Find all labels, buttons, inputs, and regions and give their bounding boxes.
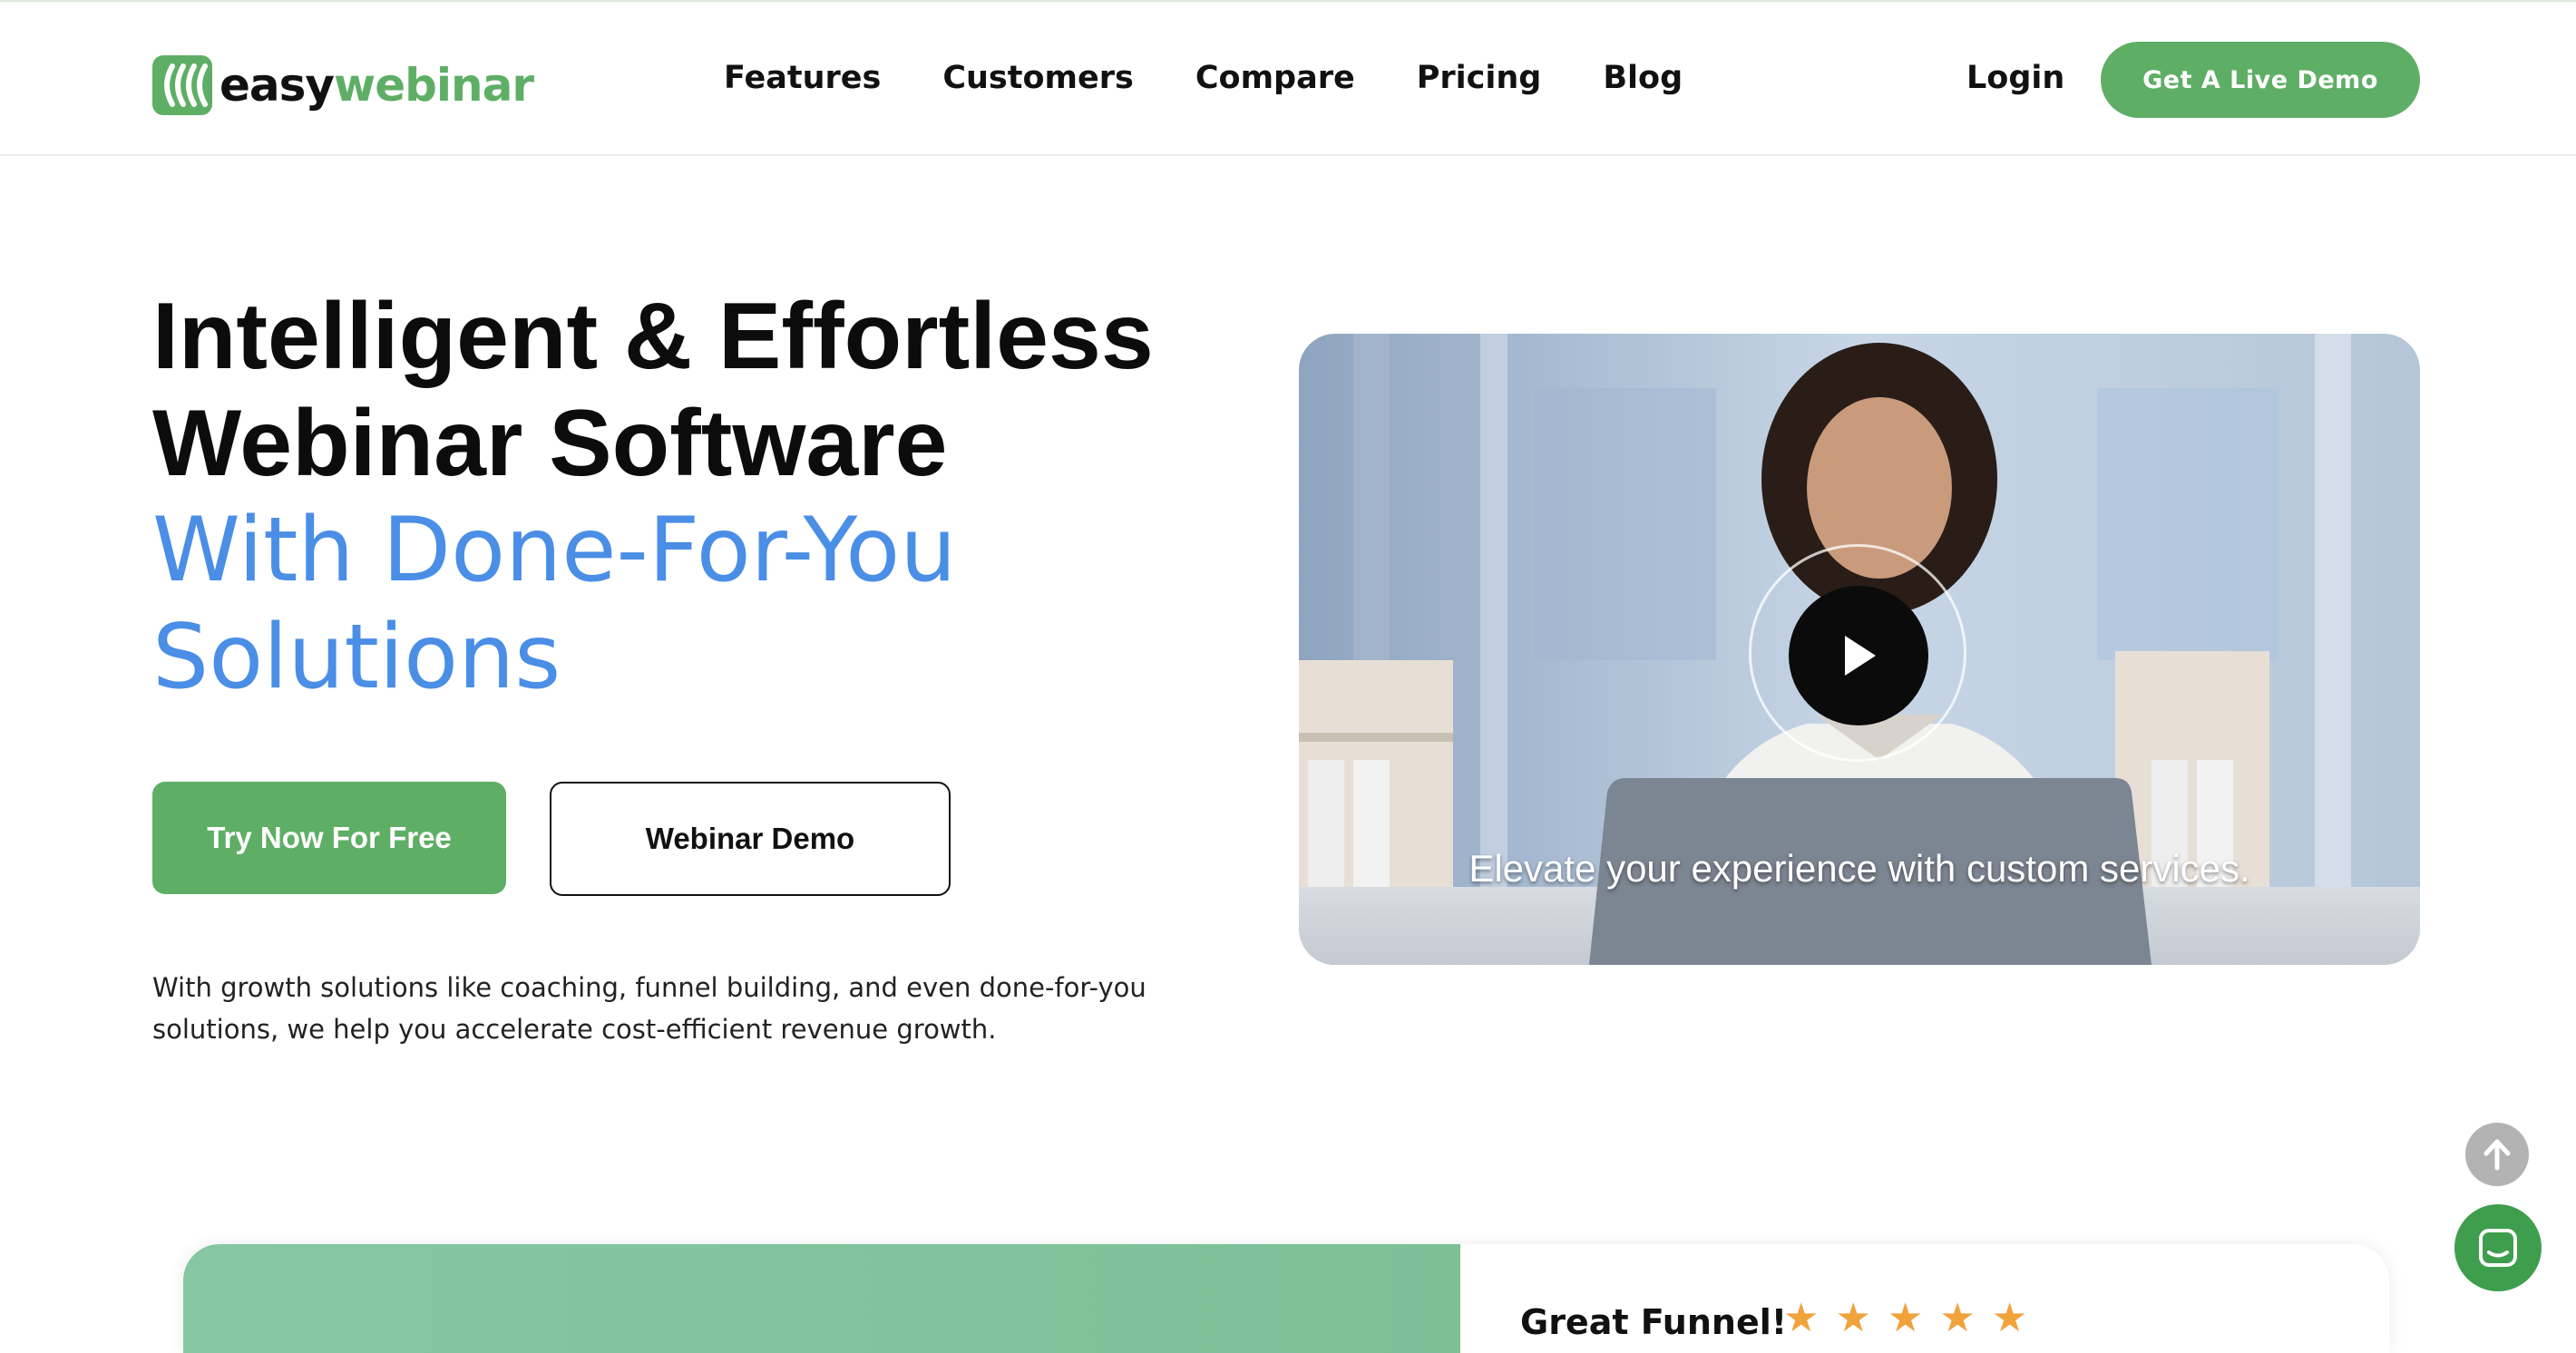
login-link[interactable]: Login — [1966, 60, 2064, 96]
video-caption: Elevate your experience with custom serv… — [1469, 847, 2250, 890]
logo-text-webinar: webinar — [334, 59, 534, 112]
chat-icon — [2479, 1229, 2517, 1267]
star-icon: ★ — [1835, 1296, 1871, 1340]
nav-item-blog[interactable]: Blog — [1603, 60, 1683, 96]
hero-title: Intelligent & Effortless Webinar Softwar… — [152, 283, 1154, 711]
star-icon: ★ — [1991, 1296, 2028, 1340]
review-title: Great Funnel! — [1520, 1302, 1788, 1342]
arrow-up-icon — [2483, 1139, 2511, 1171]
testimonial-image-panel — [183, 1244, 1460, 1353]
hero-description: With growth solutions like coaching, fun… — [152, 967, 1168, 1050]
try-now-for-free-button[interactable]: Try Now For Free — [152, 782, 506, 894]
hero-description-line-2: solutions, we help you accelerate cost-e… — [152, 1014, 997, 1045]
star-icon: ★ — [1783, 1296, 1820, 1340]
hero-video-player[interactable]: Elevate your experience with custom serv… — [1299, 334, 2420, 965]
logo-wordmark: easywebinar — [220, 59, 534, 112]
star-icon: ★ — [1887, 1296, 1924, 1340]
star-icon: ★ — [1939, 1296, 1976, 1340]
hero-title-line-3: With Done-For-You — [152, 499, 957, 602]
logo-mark-icon — [152, 55, 212, 115]
brand-logo[interactable]: easywebinar — [152, 54, 534, 116]
main-nav: Features Customers Compare Pricing Blog — [724, 60, 1744, 96]
review-rating-stars: ★ ★ ★ ★ ★ — [1783, 1299, 2044, 1338]
hero-title-line-1: Intelligent & Effortless — [152, 284, 1154, 389]
play-icon[interactable] — [1789, 586, 1928, 725]
logo-text-easy: easy — [220, 59, 335, 112]
chat-widget-button[interactable] — [2454, 1204, 2542, 1291]
site-header: easywebinar Features Customers Compare P… — [0, 2, 2576, 156]
webinar-demo-button[interactable]: Webinar Demo — [550, 782, 951, 896]
scroll-to-top-button[interactable] — [2465, 1123, 2529, 1186]
nav-item-pricing[interactable]: Pricing — [1417, 60, 1542, 96]
testimonial-card: Great Funnel! ★ ★ ★ ★ ★ — [183, 1244, 2389, 1353]
get-live-demo-button[interactable]: Get A Live Demo — [2101, 42, 2420, 118]
hero-description-line-1: With growth solutions like coaching, fun… — [152, 972, 1147, 1003]
nav-item-features[interactable]: Features — [724, 60, 881, 96]
nav-item-customers[interactable]: Customers — [942, 60, 1134, 96]
hero-title-line-2: Webinar Software — [152, 391, 948, 496]
nav-item-compare[interactable]: Compare — [1195, 60, 1355, 96]
hero-title-line-4: Solutions — [152, 606, 561, 709]
